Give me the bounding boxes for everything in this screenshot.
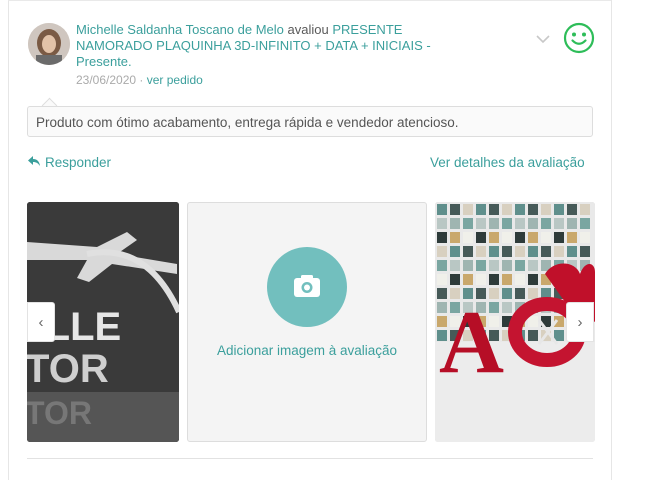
- review-meta: 23/06/2020 · ver pedido: [76, 73, 203, 87]
- smile-icon: [563, 22, 595, 59]
- review-date: 23/06/2020: [76, 73, 137, 87]
- divider: [27, 458, 593, 459]
- chevron-down-icon[interactable]: [535, 31, 551, 49]
- divider: [8, 0, 611, 8]
- meta-separator: ·: [139, 73, 144, 87]
- svg-text:A: A: [439, 293, 504, 392]
- review-header: Michelle Saldanha Toscano de Melo avalio…: [76, 22, 476, 70]
- add-image-label: Adicionar imagem à avaliação: [216, 343, 398, 358]
- svg-text:TOR: TOR: [27, 347, 109, 391]
- add-image-button[interactable]: Adicionar imagem à avaliação: [187, 202, 427, 442]
- avatar: [28, 23, 70, 65]
- order-link[interactable]: ver pedido: [147, 73, 203, 87]
- reply-label: Responder: [45, 155, 112, 170]
- reply-icon: [27, 155, 41, 170]
- review-comment: Produto com ótimo acabamento, entrega rá…: [27, 106, 593, 137]
- author-name[interactable]: Michelle Saldanha Toscano de Melo: [76, 22, 284, 37]
- svg-text:TOR: TOR: [27, 395, 92, 431]
- action-text: avaliou: [287, 22, 329, 37]
- reply-button[interactable]: Responder: [27, 155, 111, 170]
- camera-icon: [267, 247, 347, 327]
- next-photo-button[interactable]: ›: [566, 302, 594, 342]
- details-link[interactable]: Ver detalhes da avaliação: [430, 155, 585, 170]
- prev-photo-button[interactable]: ‹: [27, 302, 55, 342]
